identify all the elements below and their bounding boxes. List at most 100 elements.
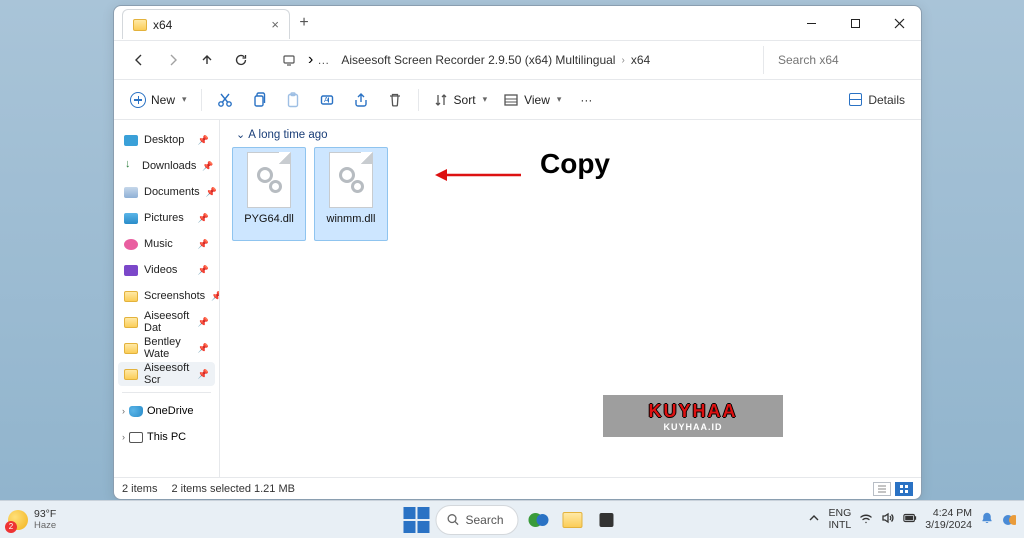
breadcrumb-current[interactable]: x64 <box>631 53 650 67</box>
group-header[interactable]: A long time ago <box>236 128 909 141</box>
cut-button[interactable] <box>210 85 240 115</box>
watermark-subtitle: KUYHAA.ID <box>663 422 722 432</box>
wifi-icon[interactable] <box>859 511 873 528</box>
this-pc-icon <box>129 432 143 443</box>
arrow-left-icon <box>435 165 523 185</box>
volume-icon[interactable] <box>881 511 895 528</box>
chevron-right-icon: › <box>621 55 624 66</box>
watermark: KUYHAA KUYHAA.ID <box>603 395 783 437</box>
chevron-right-icon: › <box>122 406 125 416</box>
close-window-button[interactable] <box>877 6 921 40</box>
videos-icon <box>124 265 138 276</box>
pin-icon: 📌 <box>198 239 209 250</box>
search-icon <box>446 513 459 526</box>
refresh-button[interactable] <box>226 45 256 75</box>
details-button[interactable]: Details <box>843 85 911 115</box>
sidebar-item-downloads[interactable]: Downloads📌 <box>118 154 215 178</box>
search-input[interactable] <box>763 46 911 74</box>
pc-icon[interactable] <box>274 45 304 75</box>
more-button[interactable]: ··· <box>571 85 601 115</box>
weather-temp: 93°F <box>34 508 56 520</box>
new-tab-button[interactable]: + <box>290 14 318 32</box>
rename-button[interactable]: A <box>312 85 342 115</box>
file-item[interactable]: winmm.dll <box>314 147 388 241</box>
content-pane[interactable]: A long time ago PYG64.dll winmm.dll Copy <box>220 120 921 477</box>
copy-button[interactable] <box>244 85 274 115</box>
folder-icon <box>124 317 138 328</box>
breadcrumb[interactable]: Aiseesoft Screen Recorder 2.9.50 (x64) M… <box>341 53 751 67</box>
pin-icon: 📌 <box>211 291 220 302</box>
sort-button[interactable]: Sort▾ <box>427 85 494 115</box>
search-label: Search <box>465 513 503 527</box>
view-switch-icons[interactable] <box>895 482 913 496</box>
copilot-icon[interactable] <box>1002 511 1016 528</box>
onedrive-icon <box>129 406 143 417</box>
taskbar-app-1[interactable] <box>525 506 553 534</box>
tab-x64[interactable]: x64 × <box>122 9 290 39</box>
delete-button[interactable] <box>380 85 410 115</box>
weather-widget[interactable]: 2 93°F Haze <box>8 508 56 531</box>
pictures-icon <box>124 213 138 224</box>
breadcrumb-ellipsis[interactable]: … <box>317 53 329 67</box>
clock[interactable]: 4:24 PM 3/19/2024 <box>925 508 972 531</box>
sidebar-item-aiseesoft-dat[interactable]: Aiseesoft Dat📌 <box>118 310 215 334</box>
status-bar: 2 items 2 items selected 1.21 MB <box>114 477 921 499</box>
taskbar: 2 93°F Haze Search ENG INTL 4:24 PM 3/19… <box>0 500 1024 538</box>
sidebar-item-aiseesoft-scr[interactable]: Aiseesoft Scr📌 <box>118 362 215 386</box>
tab-title: x64 <box>153 18 172 32</box>
folder-icon <box>124 291 138 302</box>
minimize-button[interactable] <box>789 6 833 40</box>
folder-icon <box>124 369 138 380</box>
share-button[interactable] <box>346 85 376 115</box>
system-tray: ENG INTL 4:24 PM 3/19/2024 <box>807 508 1016 531</box>
sidebar-item-bentley-wate[interactable]: Bentley Wate📌 <box>118 336 215 360</box>
forward-button[interactable] <box>158 45 188 75</box>
sidebar-item-desktop[interactable]: Desktop📌 <box>118 128 215 152</box>
sidebar-item-music[interactable]: Music📌 <box>118 232 215 256</box>
pin-icon: 📌 <box>198 343 209 354</box>
taskbar-search[interactable]: Search <box>435 505 518 535</box>
taskbar-center: Search <box>403 505 620 535</box>
chevron-right-icon: › <box>122 432 125 442</box>
divider <box>201 89 202 111</box>
battery-icon[interactable] <box>903 511 917 528</box>
client-area: Desktop📌 Downloads📌 Documents📌 Pictures📌… <box>114 120 921 477</box>
view-button[interactable]: View▾ <box>497 85 567 115</box>
new-button[interactable]: New▾ <box>124 85 193 115</box>
sidebar: Desktop📌 Downloads📌 Documents📌 Pictures📌… <box>114 120 220 477</box>
pin-icon: 📌 <box>198 265 209 276</box>
file-explorer-window: x64 × + › … Aiseesoft Screen Recorder 2.… <box>113 5 922 500</box>
maximize-button[interactable] <box>833 6 877 40</box>
paste-button[interactable] <box>278 85 308 115</box>
up-button[interactable] <box>192 45 222 75</box>
sidebar-tree-thispc[interactable]: ›This PC <box>118 425 215 449</box>
sidebar-tree-onedrive[interactable]: ›OneDrive <box>118 399 215 423</box>
breadcrumb-parent[interactable]: Aiseesoft Screen Recorder 2.9.50 (x64) M… <box>341 53 615 67</box>
pin-icon: 📌 <box>198 317 209 328</box>
start-button[interactable] <box>403 507 429 533</box>
sidebar-item-pictures[interactable]: Pictures📌 <box>118 206 215 230</box>
file-item[interactable]: PYG64.dll <box>232 147 306 241</box>
view-switch-details[interactable] <box>873 482 891 496</box>
back-button[interactable] <box>124 45 154 75</box>
sidebar-item-videos[interactable]: Videos📌 <box>118 258 215 282</box>
notifications-icon[interactable] <box>980 511 994 528</box>
details-icon <box>849 93 862 106</box>
taskbar-app-2[interactable] <box>593 506 621 534</box>
badge: 2 <box>5 521 17 533</box>
sidebar-item-documents[interactable]: Documents📌 <box>118 180 215 204</box>
dll-file-icon <box>329 152 373 208</box>
close-tab-icon[interactable]: × <box>271 17 279 32</box>
status-selection: 2 items selected 1.21 MB <box>171 483 295 495</box>
language-indicator[interactable]: ENG INTL <box>829 508 852 531</box>
desktop-icon <box>124 135 138 146</box>
taskbar-file-explorer[interactable] <box>559 506 587 534</box>
status-item-count: 2 items <box>122 483 157 495</box>
sidebar-item-screenshots[interactable]: Screenshots📌 <box>118 284 215 308</box>
tray-expand-icon[interactable] <box>807 511 821 528</box>
weather-desc: Haze <box>34 520 56 531</box>
chevron-right-icon: › <box>308 51 313 69</box>
pin-icon: 📌 <box>198 135 209 146</box>
pin-icon: 📌 <box>198 213 209 224</box>
title-bar: x64 × + <box>114 6 921 40</box>
